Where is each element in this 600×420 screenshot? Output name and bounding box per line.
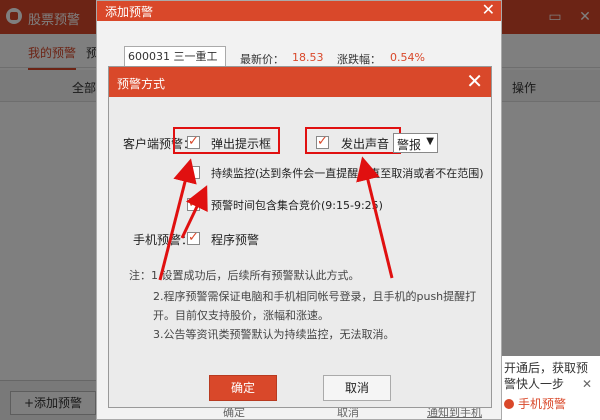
program-alert-label: 程序预警: [211, 233, 260, 247]
latest-price-value: 18.53: [292, 51, 324, 64]
change-value: 0.54%: [390, 51, 425, 64]
toast-close-icon[interactable]: ✕: [582, 378, 594, 390]
popup-highlight-box: [173, 127, 280, 154]
toast-text-line1: 开通后，获取预: [504, 361, 589, 375]
auction-time-checkbox[interactable]: [187, 196, 200, 211]
dialog-close-icon[interactable]: ✕: [466, 70, 483, 92]
ok-button[interactable]: 确定: [209, 375, 277, 401]
alert-method-dialog: 预警方式 ✕ 客户端预警： 弹出提示框 发出声音 警报 ▼ 持续监控(达到条件会…: [108, 66, 492, 408]
add-alert-title-bar: 添加预警 ✕: [97, 1, 501, 21]
note-line-4: 3.公告等资讯类预警默认为持续监控，无法取消。: [153, 328, 395, 341]
continuous-monitor-checkbox[interactable]: [187, 166, 200, 179]
continuous-monitor-label: 持续监控(达到条件会一直提醒，直至取消或者不在范围): [211, 167, 484, 180]
chevron-down-icon: ▼: [426, 136, 434, 147]
program-alert-checkbox[interactable]: [187, 230, 200, 245]
alert-method-title-bar: 预警方式 ✕: [109, 67, 491, 97]
stock-input[interactable]: 600031 三一重工: [124, 46, 226, 68]
alert-method-title: 预警方式: [117, 77, 166, 91]
mobile-alert-label: 手机预警：: [133, 233, 194, 247]
toast-text-line2: 警快人一步: [504, 377, 565, 391]
note-line-1: 注：1.设置成功后，后续所有预警默认此方式。: [129, 269, 360, 282]
latest-price-label: 最新价：: [240, 53, 284, 66]
cancel-button[interactable]: 取消: [323, 375, 391, 401]
note-line-3: 开。目前仅支持股价，涨幅和涨速。: [153, 309, 329, 322]
add-alert-close-icon[interactable]: ✕: [482, 1, 495, 19]
note-line-2: 2.程序预警需保证电脑和手机相同帐号登录，且手机的push提醒打: [153, 290, 477, 303]
mobile-alert-toast[interactable]: 开通后，获取预 警快人一步 ✕ 手机预警: [498, 356, 600, 420]
sound-type-value: 警报: [397, 138, 422, 152]
sound-type-select[interactable]: 警报 ▼: [393, 133, 438, 153]
phone-icon: [504, 399, 514, 409]
change-label: 涨跌幅：: [337, 53, 381, 66]
sound-highlight-box: [305, 127, 401, 154]
auction-time-label: 预警时间包含集合竞价(9:15-9:25): [211, 199, 383, 212]
add-alert-title: 添加预警: [105, 5, 154, 19]
toast-brand: 手机预警: [518, 397, 567, 411]
